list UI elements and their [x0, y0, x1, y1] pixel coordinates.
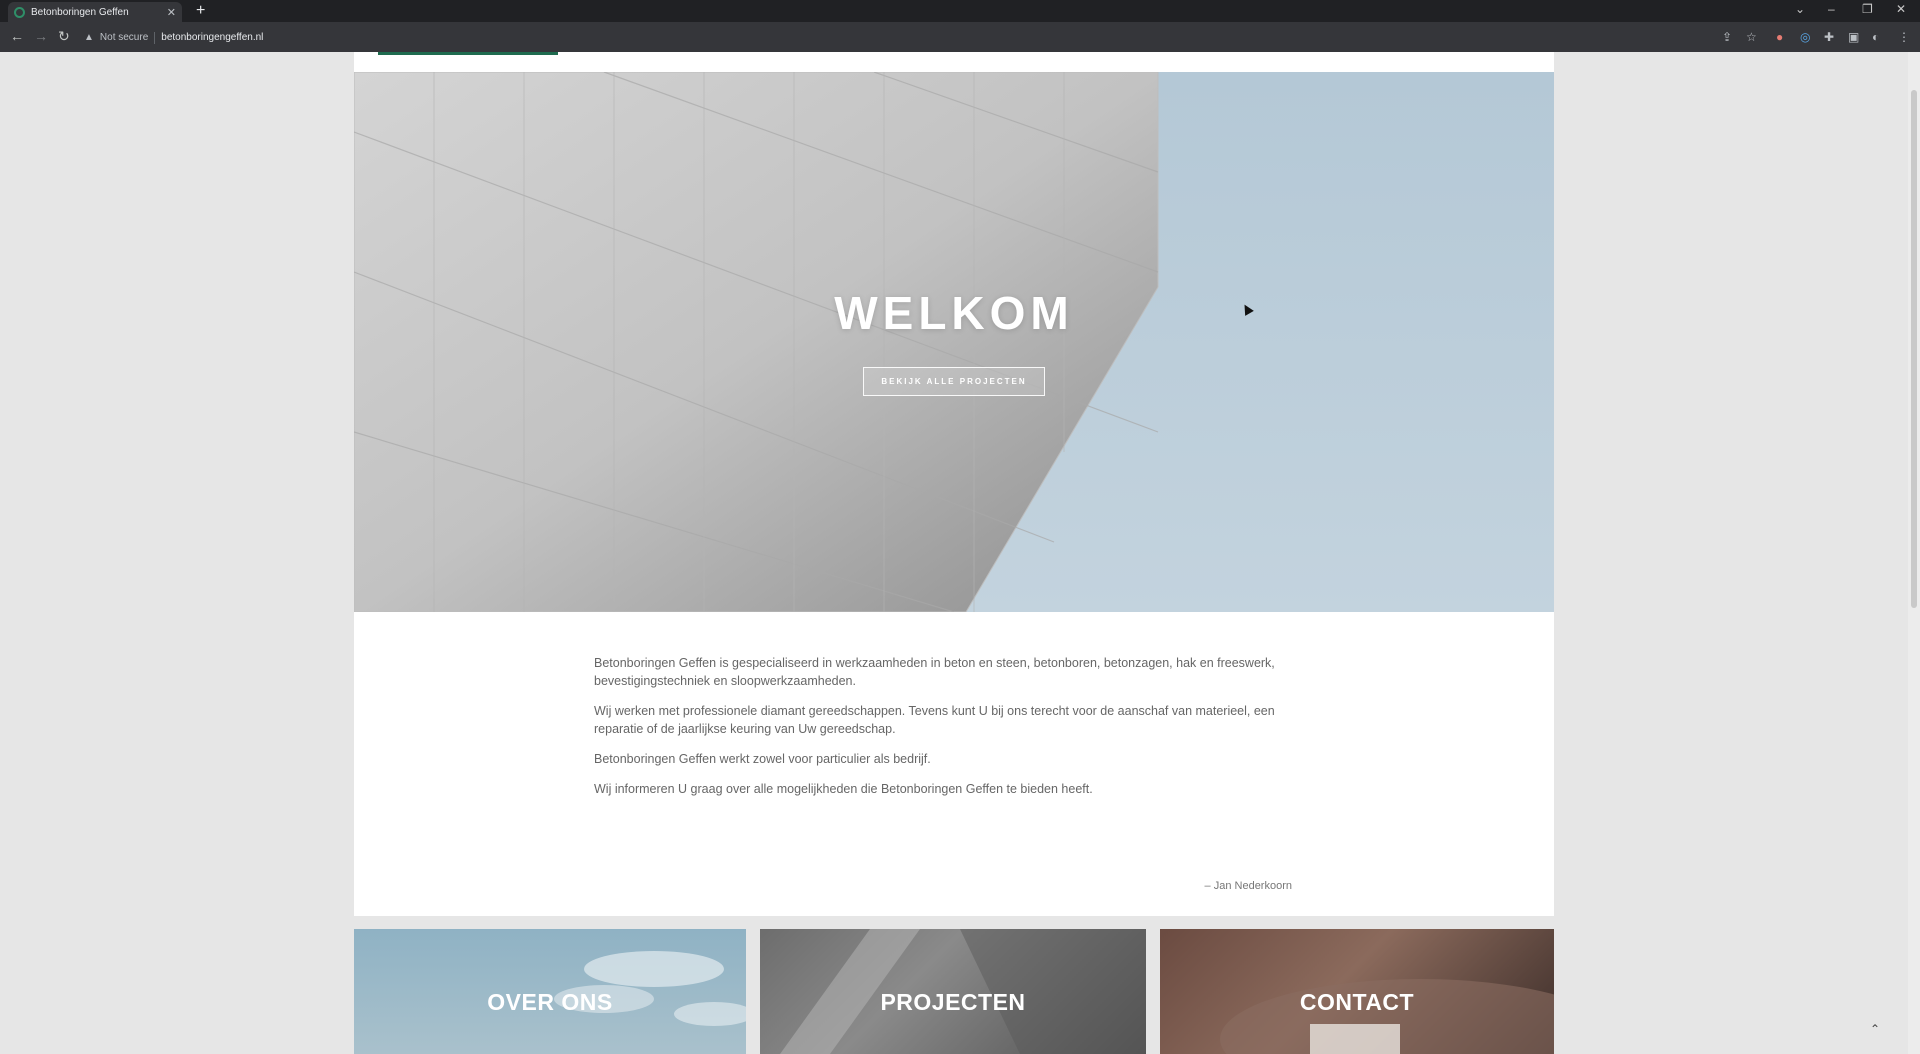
- browser-tab[interactable]: Betonboringen Geffen ✕: [8, 2, 182, 22]
- address-bar[interactable]: ▲ Not secure betonboringengeffen.nl: [84, 27, 1734, 48]
- card-over-ons-label[interactable]: OVER ONS: [487, 989, 612, 1016]
- site-logo[interactable]: [378, 52, 558, 55]
- scroll-to-top-icon[interactable]: ⌃: [1870, 1022, 1880, 1036]
- intro-section: Betonboringen Geffen is gespecialiseerd …: [354, 612, 1554, 916]
- site-header: [354, 52, 1554, 72]
- page-viewport: WELKOM BEKIJK ALLE PROJECTEN Betonboring…: [0, 52, 1920, 1054]
- extension-color-icon[interactable]: ●: [1776, 30, 1783, 44]
- profile-avatar-icon[interactable]: ◐: [1872, 30, 1879, 44]
- site-favicon-icon: [14, 6, 25, 18]
- view-all-projects-button[interactable]: BEKIJK ALLE PROJECTEN: [863, 367, 1045, 396]
- navigation-cards: OVER ONS PROJECTEN CONTACT: [354, 929, 1554, 1054]
- url-text[interactable]: betonboringengeffen.nl: [161, 32, 263, 43]
- security-label[interactable]: Not secure: [100, 32, 148, 43]
- intro-paragraph: Betonboringen Geffen is gespecialiseerd …: [594, 656, 1275, 688]
- intro-signature: – Jan Nederkoorn: [1204, 880, 1292, 892]
- card-contact-label[interactable]: CONTACT: [1300, 989, 1414, 1016]
- minimize-icon[interactable]: –: [1828, 2, 1835, 16]
- tab-close-icon[interactable]: ✕: [167, 6, 176, 19]
- extension-circle-icon[interactable]: ◎: [1800, 30, 1810, 44]
- tab-search-icon[interactable]: ⌄: [1795, 2, 1805, 16]
- forward-icon[interactable]: →: [34, 28, 48, 44]
- scrollbar-thumb[interactable]: [1911, 90, 1917, 608]
- browser-menu-icon[interactable]: ⋮: [1898, 30, 1910, 44]
- side-panel-icon[interactable]: ▣: [1848, 30, 1859, 44]
- browser-tab-bar: Betonboringen Geffen ✕ + ⌄ – ❐ ✕: [0, 0, 1920, 22]
- share-icon[interactable]: ⇪: [1722, 30, 1732, 44]
- card-over-ons[interactable]: OVER ONS: [354, 929, 746, 1054]
- intro-paragraph: Wij werken met professionele diamant ger…: [594, 704, 1275, 736]
- bookmark-star-icon[interactable]: ☆: [1746, 30, 1757, 44]
- tab-title: Betonboringen Geffen: [31, 6, 129, 18]
- window-close-icon[interactable]: ✕: [1896, 2, 1906, 16]
- address-separator: [154, 31, 156, 44]
- browser-toolbar: ← → ↻ ▲ Not secure betonboringengeffen.n…: [0, 22, 1920, 52]
- intro-paragraph: Betonboringen Geffen werkt zowel voor pa…: [594, 752, 931, 766]
- page-scrollbar[interactable]: [1908, 52, 1920, 1054]
- reload-icon[interactable]: ↻: [58, 28, 70, 44]
- extensions-puzzle-icon[interactable]: ✚: [1824, 30, 1834, 44]
- restore-icon[interactable]: ❐: [1862, 2, 1873, 16]
- hero-title: WELKOM: [834, 287, 1074, 339]
- hero-section: WELKOM BEKIJK ALLE PROJECTEN: [354, 72, 1554, 612]
- warning-icon[interactable]: ▲: [84, 32, 94, 43]
- card-projecten[interactable]: PROJECTEN: [760, 929, 1146, 1054]
- new-tab-icon[interactable]: +: [196, 2, 205, 20]
- intro-paragraph: Wij informeren U graag over alle mogelij…: [594, 782, 1093, 796]
- hero-concrete-wall-image: [354, 72, 1159, 612]
- card-contact[interactable]: CONTACT: [1160, 929, 1554, 1054]
- back-icon[interactable]: ←: [10, 28, 24, 44]
- intro-text: Betonboringen Geffen is gespecialiseerd …: [594, 654, 1294, 810]
- card-projecten-label[interactable]: PROJECTEN: [880, 989, 1025, 1016]
